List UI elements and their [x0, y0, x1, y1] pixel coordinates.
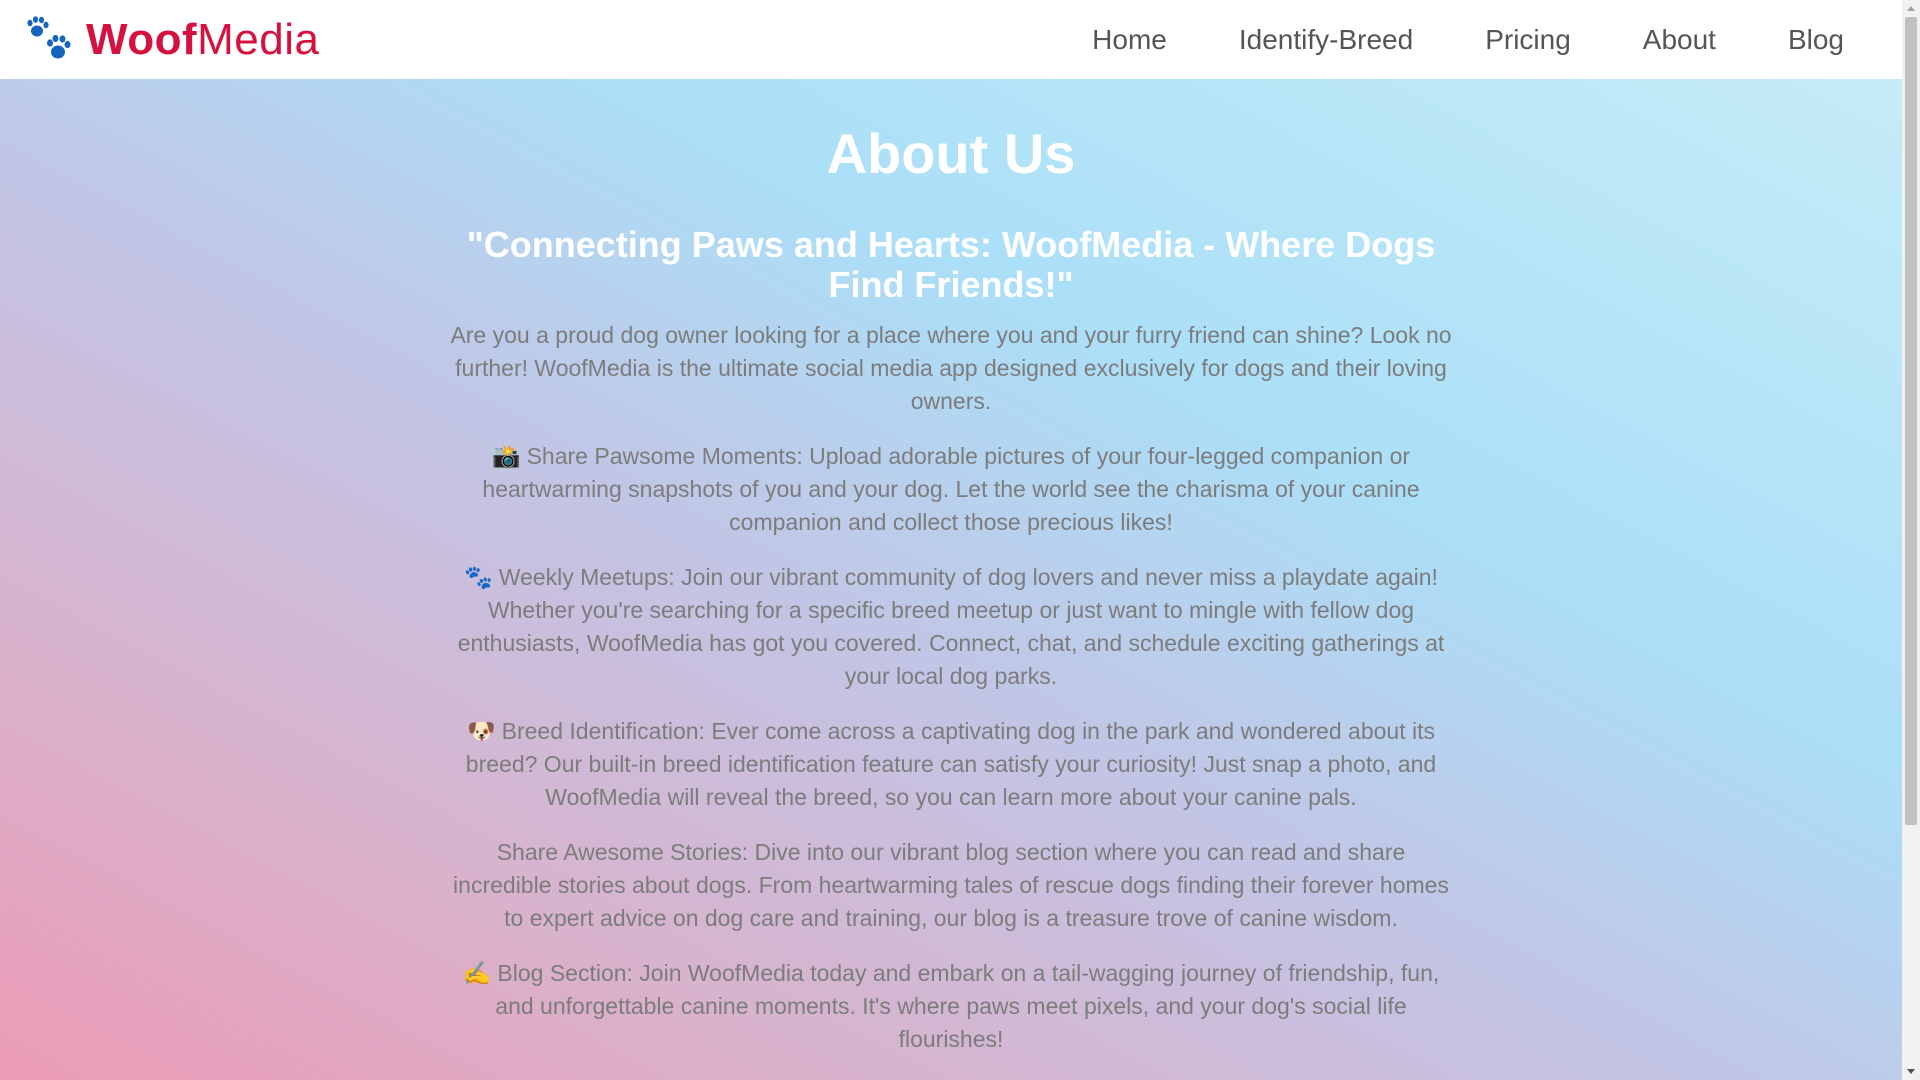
feature-weekly-meetups: 🐾 Weekly Meetups: Join our vibrant commun… [446, 561, 1456, 693]
nav-link-about[interactable]: About [1643, 24, 1716, 56]
brand-logo[interactable]: WoofMedia [24, 15, 319, 65]
paragraph-text: Share Awesome Stories: Dive into our vib… [453, 838, 1449, 931]
paw-icon [24, 15, 76, 65]
paragraph-text: Weekly Meetups: Join our vibrant communi… [457, 563, 1445, 689]
paw-prints-icon: 🐾 [464, 563, 493, 590]
scroll-thumb[interactable] [1905, 17, 1917, 825]
paragraph-text: Blog Section: Join WoofMedia today and e… [495, 959, 1440, 1052]
tagline: "Connecting Paws and Hearts: WoofMedia -… [466, 223, 1436, 305]
writing-hand-icon: ✍️ [462, 959, 492, 986]
viewport: WoofMedia Home Identify-Breed Pricing Ab… [0, 0, 1920, 1080]
nav-menu: Home Identify-Breed Pricing About Blog [1020, 0, 1844, 79]
dog-face-icon: 🐶 [467, 717, 496, 744]
nav-link-identify-breed[interactable]: Identify-Breed [1239, 24, 1413, 56]
scrollbar[interactable] [1902, 0, 1920, 1080]
brand-name: WoofMedia [86, 14, 320, 64]
feature-share-stories: Share Awesome Stories: Dive into our vib… [446, 836, 1456, 935]
paragraph-text: Are you a proud dog owner looking for a … [450, 321, 1452, 414]
feature-blog-section: ✍️ Blog Section: Join WoofMedia today and… [446, 957, 1456, 1056]
brand-name-light: Media [197, 14, 320, 64]
about-section: About Us "Connecting Paws and Hearts: Wo… [0, 79, 1902, 1080]
brand-name-bold: Woof [86, 14, 198, 64]
about-content: About Us "Connecting Paws and Hearts: Wo… [446, 123, 1456, 1056]
nav-link-home[interactable]: Home [1092, 24, 1167, 56]
paragraph-text: Share Pawsome Moments: Upload adorable p… [482, 442, 1420, 535]
feature-breed-identification: 🐶 Breed Identification: Ever come across … [446, 715, 1456, 814]
scroll-up-arrow-icon[interactable] [1907, 6, 1915, 11]
nav-link-pricing[interactable]: Pricing [1485, 24, 1571, 56]
scroll-down-arrow-icon[interactable] [1907, 1069, 1915, 1074]
paragraph-text: Breed Identification: Ever come across a… [465, 717, 1437, 810]
nav-link-blog[interactable]: Blog [1788, 24, 1844, 56]
intro-paragraph: Are you a proud dog owner looking for a … [446, 319, 1456, 418]
feature-share-moments: 📸 Share Pawsome Moments: Upload adorable … [446, 440, 1456, 539]
page-title: About Us [826, 122, 1076, 185]
navbar: WoofMedia Home Identify-Breed Pricing Ab… [0, 0, 1902, 79]
camera-icon: 📸 [491, 442, 521, 469]
